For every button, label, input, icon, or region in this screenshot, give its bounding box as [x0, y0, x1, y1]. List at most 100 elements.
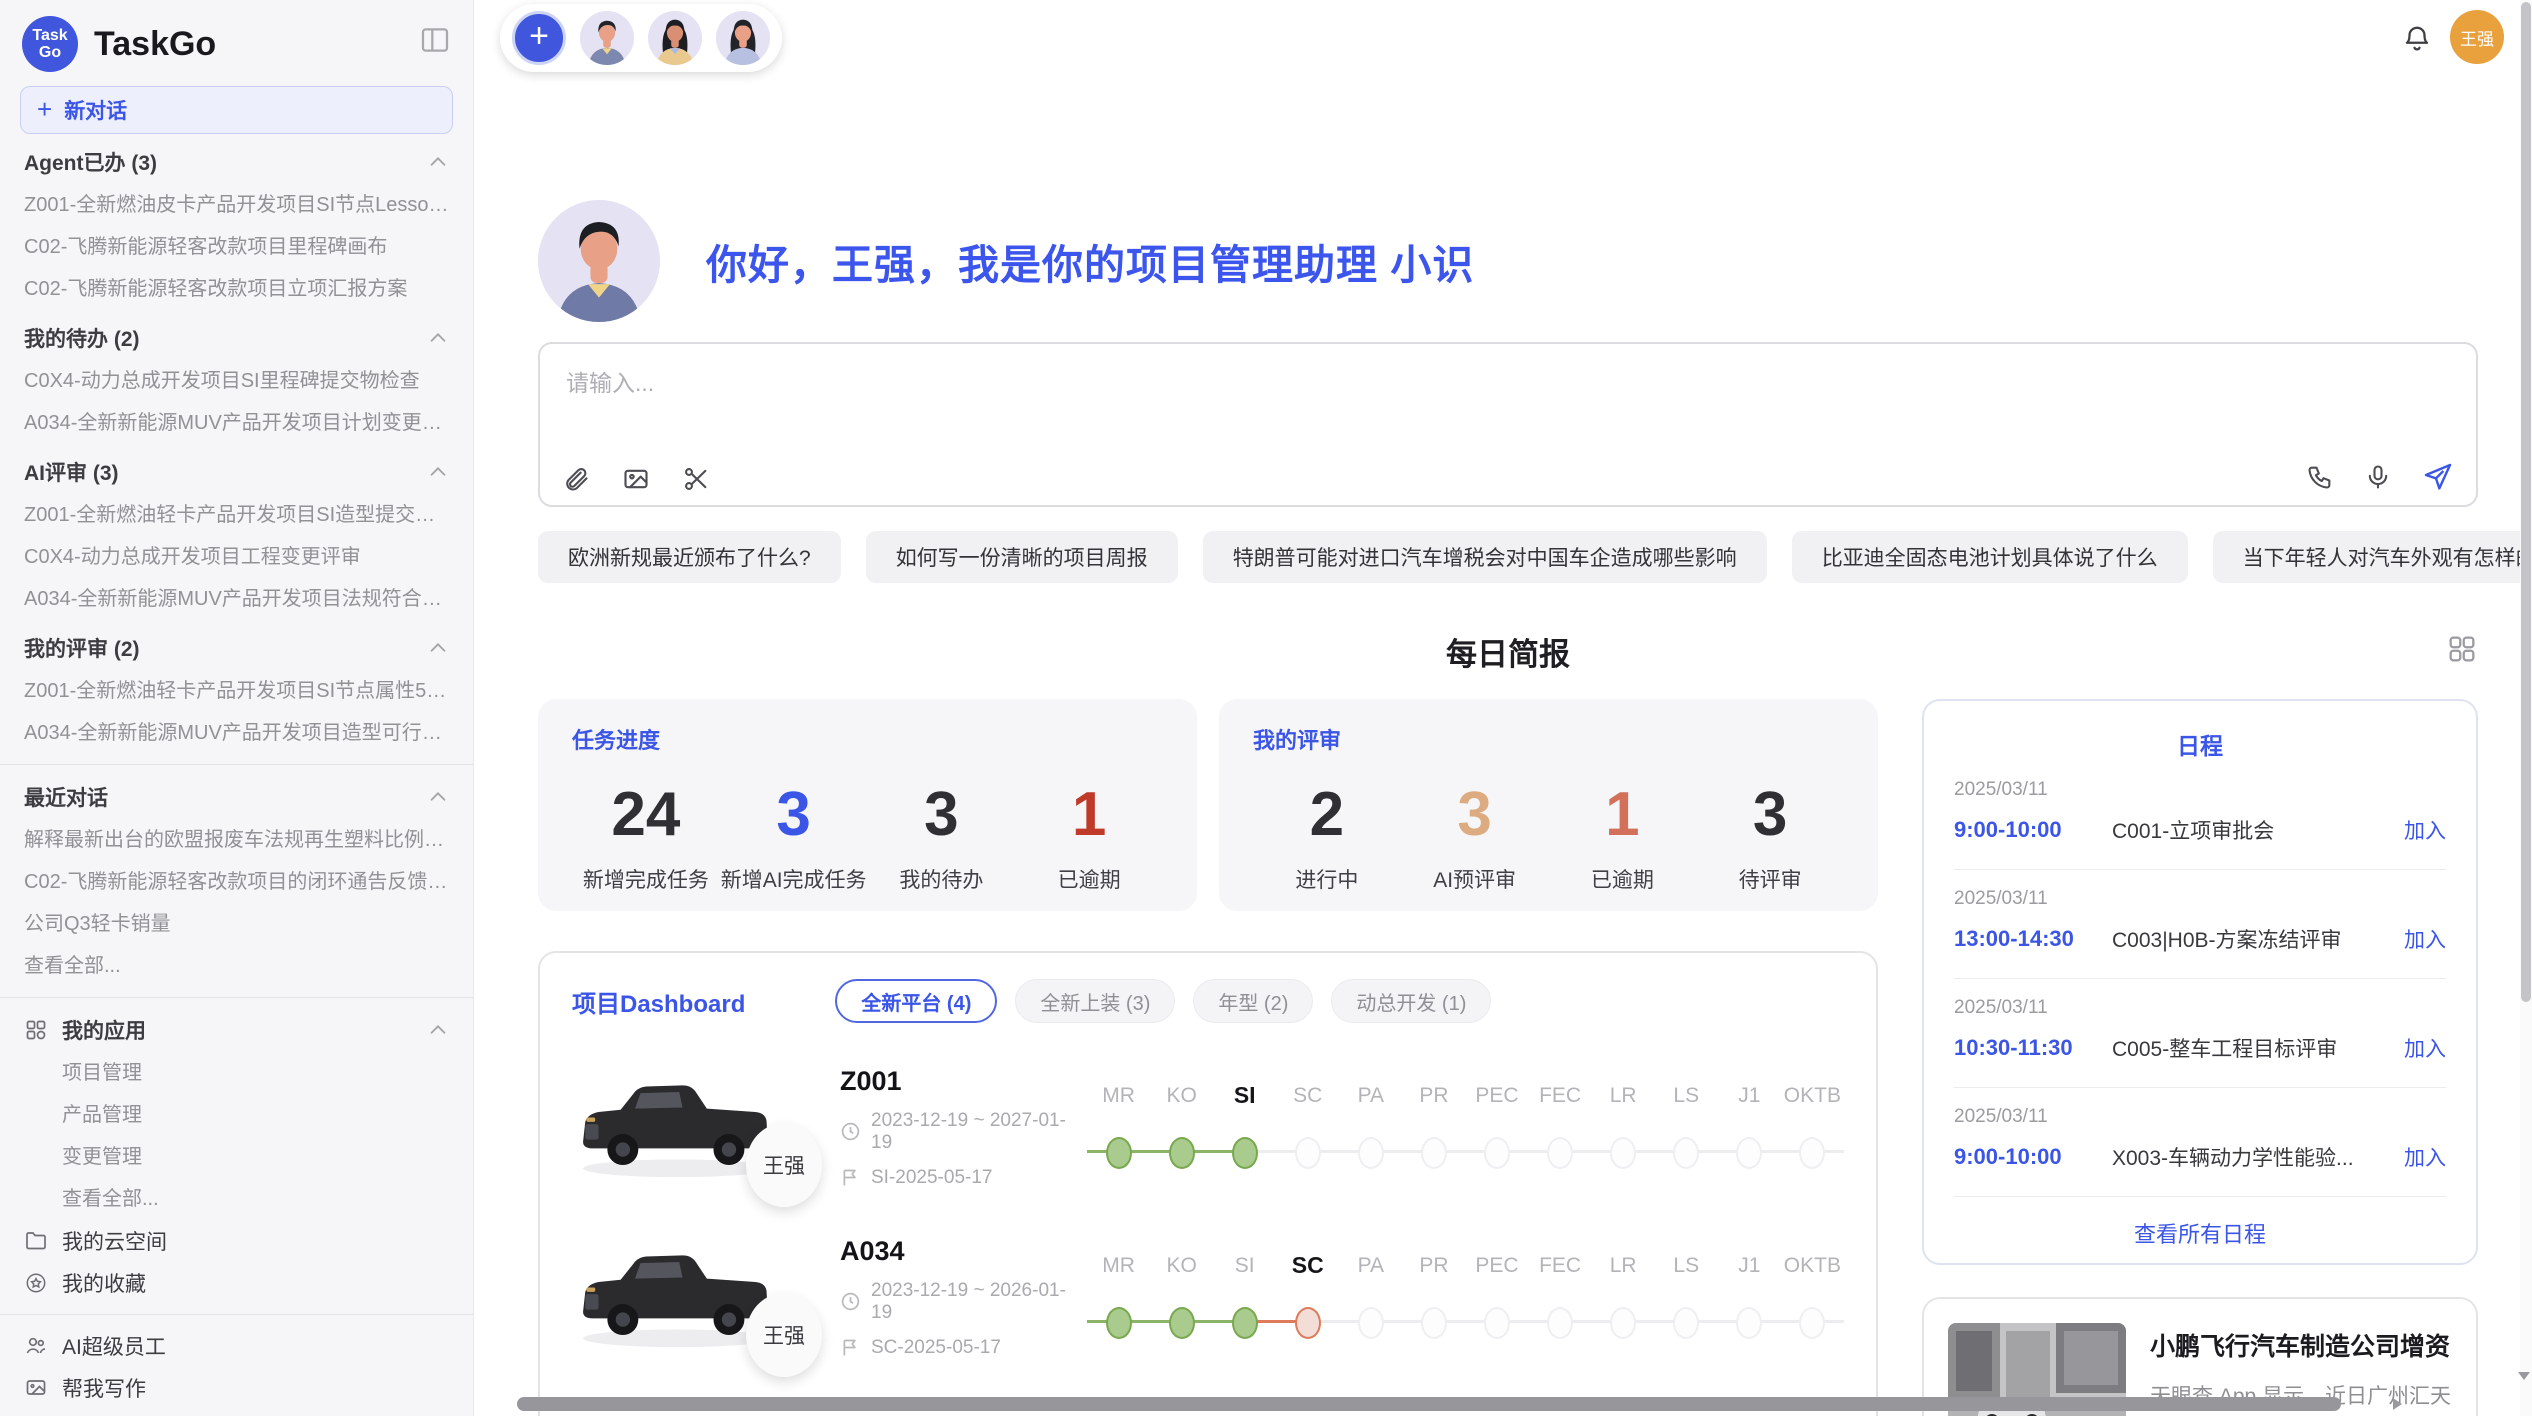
footer-item-label: AI超级员工	[62, 1331, 166, 1361]
sidebar-item-my-apps[interactable]: 我的应用	[20, 1008, 453, 1052]
schedule-event-title: X003-车辆动力学性能验...	[2112, 1142, 2404, 1172]
dashboard-tab[interactable]: 全新上装 (3)	[1015, 979, 1175, 1023]
dashboard-tab[interactable]: 全新平台 (4)	[835, 979, 997, 1023]
app-logo: Task Go	[22, 16, 78, 72]
app-item[interactable]: 项目管理	[20, 1052, 453, 1094]
milestone: OKTB	[1781, 1084, 1844, 1184]
suggestion-chip[interactable]: 当下年轻人对汽车外观有怎样的喜好趋势	[2213, 531, 2532, 583]
milestone: FEC	[1529, 1084, 1592, 1184]
milestone-label: SI	[1213, 1082, 1276, 1109]
sidebar-item-cloud-space[interactable]: 我的云空间	[20, 1220, 453, 1262]
project-flag-date: SC-2025-05-17	[840, 1337, 1087, 1359]
app-title: TaskGo	[94, 25, 216, 64]
left-column: 任务进度24新增完成任务3新增AI完成任务3我的待办1已逾期我的评审2进行中3A…	[538, 699, 1878, 1416]
sidebar-item-creative-draw[interactable]: 创意制图	[20, 1409, 453, 1416]
team-member-avatar[interactable]	[716, 11, 770, 65]
user-avatar[interactable]: 王强	[2450, 10, 2504, 64]
sidebar-item[interactable]: Z001-全新燃油轻卡产品开发项目SI造型提交物评审	[20, 494, 453, 536]
view-all-apps-link[interactable]: 查看全部...	[20, 1178, 453, 1220]
view-all-conversations-link[interactable]: 查看全部...	[20, 945, 453, 987]
stat-label: 我的待办	[868, 864, 1016, 894]
sidebar-item-help-write[interactable]: 帮我写作	[20, 1367, 453, 1409]
mic-icon[interactable]	[2364, 463, 2392, 491]
stat-value: 3	[720, 779, 868, 850]
layout-grid-icon[interactable]	[2446, 633, 2478, 665]
join-meeting-link[interactable]: 加入	[2404, 815, 2446, 845]
sidebar-item[interactable]: C0X4-动力总成开发项目工程变更评审	[20, 536, 453, 578]
sidebar-item[interactable]: A034-全新新能源MUV产品开发项目计划变更表编写	[20, 402, 453, 444]
sidebar-section-header[interactable]: Agent已办 (3)	[20, 140, 453, 184]
project-row[interactable]: 王强 A034 2023-12-19 ~ 2026-01-19 SC-2025-…	[572, 1231, 1844, 1363]
sidebar-apps-block: 我的应用项目管理产品管理变更管理查看全部...我的云空间我的收藏	[20, 1008, 453, 1304]
vertical-scrollbar-thumb[interactable]	[2521, 2, 2531, 1002]
suggestion-chip[interactable]: 如何写一份清晰的项目周报	[866, 531, 1178, 583]
team-member-avatar[interactable]	[580, 11, 634, 65]
schedule-item: 2025/03/11 10:30-11:30 C005-整车工程目标评审 加入	[1954, 979, 2446, 1088]
sidebar-section-title: 我的待办 (2)	[24, 323, 140, 353]
chevron-up-icon	[427, 786, 449, 808]
sidebar-item-ai-staff[interactable]: AI超级员工	[20, 1325, 453, 1367]
project-media: 王强	[572, 1061, 822, 1193]
quick-launch-pill: +	[500, 4, 782, 72]
app-item[interactable]: 产品管理	[20, 1094, 453, 1136]
milestone-dot	[1610, 1137, 1636, 1169]
milestone-label: OKTB	[1781, 1254, 1844, 1278]
sidebar-item[interactable]: C02-飞腾新能源轻客改款项目立项汇报方案	[20, 268, 453, 310]
project-row[interactable]: 王强 Z001 2023-12-19 ~ 2027-01-19 SI-2025-…	[572, 1061, 1844, 1193]
sidebar-item[interactable]: C0X4-动力总成开发项目SI里程碑提交物检查	[20, 360, 453, 402]
milestone-dot	[1169, 1307, 1195, 1339]
schedule-time: 9:00-10:00	[1954, 817, 2102, 843]
sidebar-sections: Agent已办 (3)Z001-全新燃油皮卡产品开发项目SI节点Lesson L…	[20, 140, 453, 754]
sidebar-item[interactable]: Z001-全新燃油轻卡产品开发项目SI节点属性5D文件评审	[20, 670, 453, 712]
milestone-dot	[1547, 1307, 1573, 1339]
sidebar-section-header[interactable]: 我的评审 (2)	[20, 626, 453, 670]
join-meeting-link[interactable]: 加入	[2404, 1033, 2446, 1063]
attachment-icon[interactable]	[562, 465, 590, 493]
sidebar-item[interactable]: C02-飞腾新能源轻客改款项目里程碑画布	[20, 226, 453, 268]
sidebar-item-favorites[interactable]: 我的收藏	[20, 1262, 453, 1304]
horizontal-scrollbar-thumb[interactable]	[517, 1397, 2341, 1411]
sidebar-section-header-recent[interactable]: 最近对话	[20, 775, 453, 819]
app-item[interactable]: 变更管理	[20, 1136, 453, 1178]
dashboard-tab[interactable]: 动总开发 (1)	[1331, 979, 1491, 1023]
sidebar-collapse-icon[interactable]	[419, 24, 451, 56]
add-agent-button[interactable]: +	[512, 11, 566, 65]
suggestion-chip[interactable]: 欧洲新规最近颁布了什么?	[538, 531, 841, 583]
stat-value: 24	[572, 779, 720, 850]
sidebar-item[interactable]: A034-全新新能源MUV产品开发项目法规符合性评审	[20, 578, 453, 620]
milestone-label: LS	[1655, 1084, 1718, 1108]
chat-input[interactable]: 请输入...	[566, 364, 2115, 454]
stat-value: 1	[1015, 779, 1163, 850]
milestone-dot	[1358, 1307, 1384, 1339]
join-meeting-link[interactable]: 加入	[2404, 1142, 2446, 1172]
milestone-dot	[1421, 1307, 1447, 1339]
sidebar-section-header[interactable]: 我的待办 (2)	[20, 316, 453, 360]
milestone-label: LR	[1592, 1084, 1655, 1108]
project-code: A034	[840, 1236, 1087, 1267]
my-apps-label: 我的应用	[62, 1015, 146, 1045]
recent-conversation-item[interactable]: 公司Q3轻卡销量	[20, 903, 453, 945]
new-chat-button[interactable]: + 新对话	[20, 86, 453, 134]
view-all-schedule-link[interactable]: 查看所有日程	[2134, 1197, 2266, 1269]
scissors-icon[interactable]	[682, 465, 710, 493]
image-upload-icon[interactable]	[622, 465, 650, 493]
milestone: OKTB	[1781, 1254, 1844, 1354]
sidebar-section-header[interactable]: AI评审 (3)	[20, 450, 453, 494]
scroll-down-arrow-icon[interactable]	[2516, 1370, 2532, 1382]
send-icon[interactable]	[2422, 461, 2454, 493]
recent-conversation-item[interactable]: C02-飞腾新能源轻客改款项目的闭环通告反馈情况	[20, 861, 453, 903]
recent-conversation-item[interactable]: 解释最新出台的欧盟报废车法规再生塑料比例被调至15%...	[20, 819, 453, 861]
scroll-right-arrow-icon[interactable]	[2390, 1396, 2404, 1412]
favorites-label: 我的收藏	[62, 1268, 146, 1298]
join-meeting-link[interactable]: 加入	[2404, 924, 2446, 954]
suggestion-chip[interactable]: 特朗普可能对进口汽车增税会对中国车企造成哪些影响	[1203, 531, 1767, 583]
dashboard-tab[interactable]: 年型 (2)	[1193, 979, 1313, 1023]
sidebar-item[interactable]: A034-全新新能源MUV产品开发项目造型可行性评审	[20, 712, 453, 754]
suggestion-chip[interactable]: 比亚迪全固态电池计划具体说了什么	[1792, 531, 2188, 583]
new-chat-label: 新对话	[64, 95, 127, 125]
team-avatars	[580, 11, 770, 65]
notification-bell-icon[interactable]	[2402, 24, 2432, 54]
sidebar-item[interactable]: Z001-全新燃油皮卡产品开发项目SI节点Lesson Learn报告	[20, 184, 453, 226]
phone-icon[interactable]	[2306, 463, 2334, 491]
team-member-avatar[interactable]	[648, 11, 702, 65]
